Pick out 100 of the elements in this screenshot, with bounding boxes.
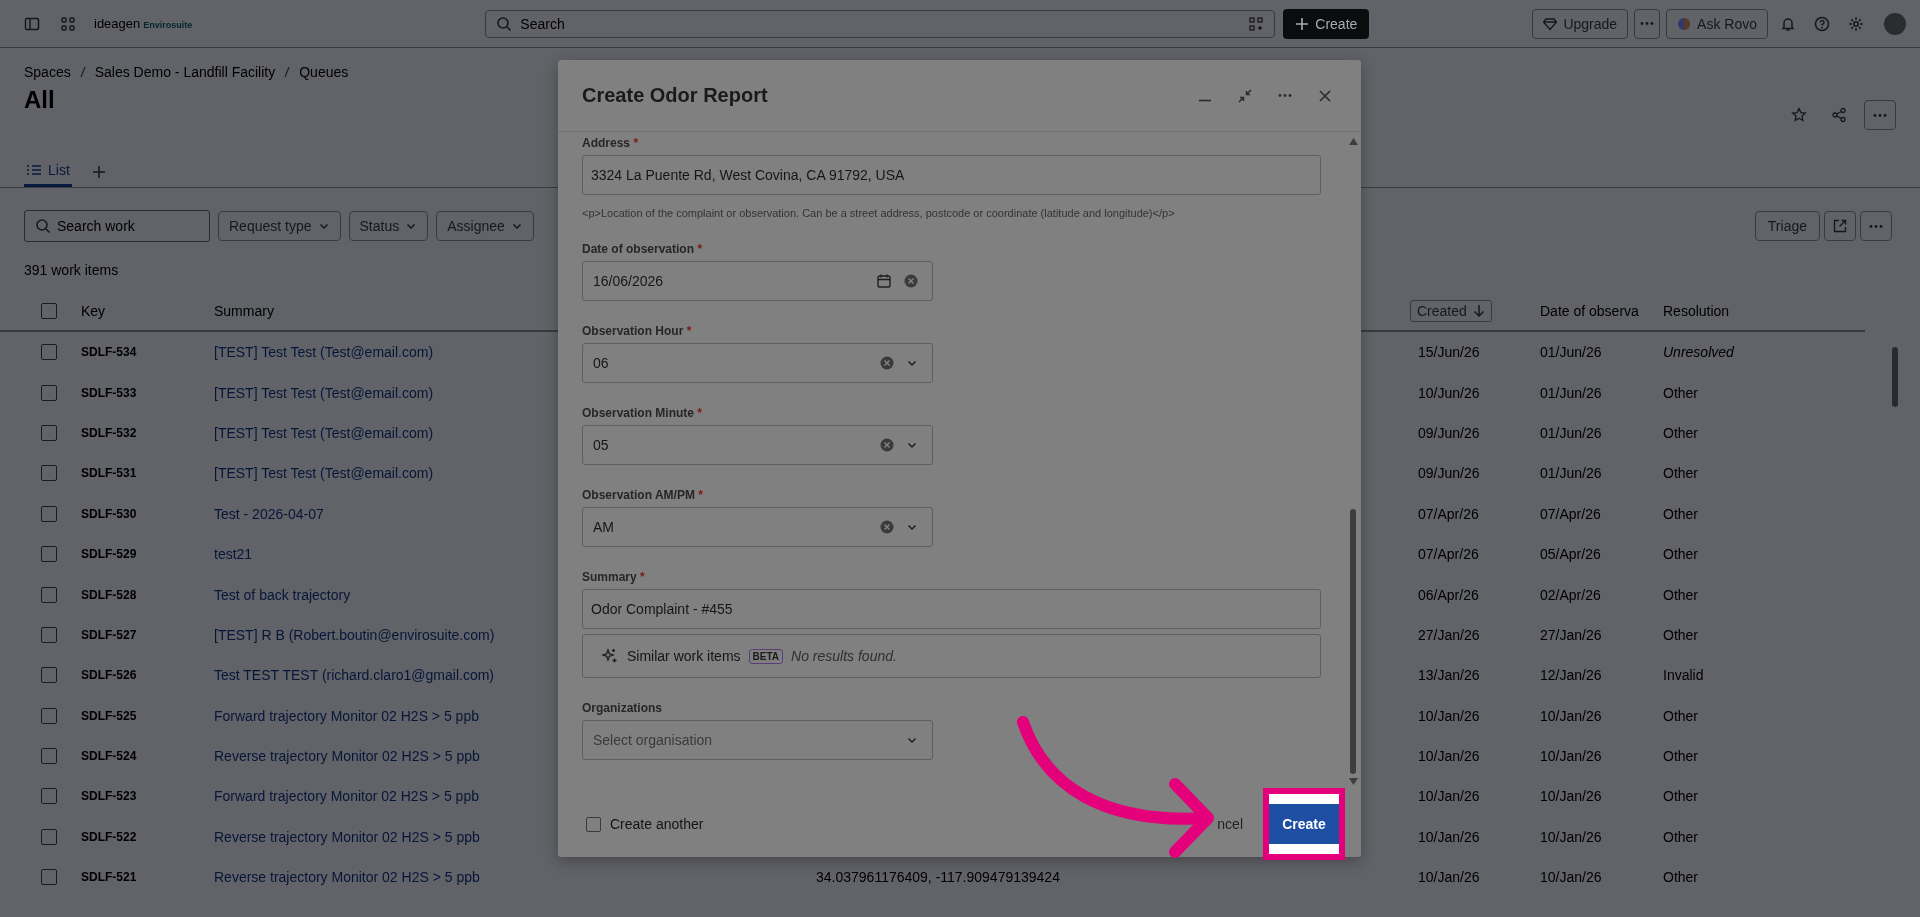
table-cell: Other bbox=[1663, 424, 1698, 441]
row-checkbox[interactable] bbox=[41, 505, 57, 522]
work-item-link[interactable]: Test - 2026-04-07 bbox=[214, 505, 324, 522]
checkbox-label[interactable]: Create another bbox=[610, 816, 704, 832]
scroll-down-icon[interactable] bbox=[1348, 778, 1358, 785]
logo-text[interactable]: ideagen bbox=[94, 16, 141, 31]
work-item-link[interactable]: Forward trajectory Monitor 02 H2S > 5 ppb bbox=[214, 707, 479, 724]
ask-rovo-button[interactable]: Ask Rovo bbox=[1666, 8, 1768, 39]
search-field[interactable]: Search bbox=[485, 9, 1276, 38]
select-all-checkbox[interactable] bbox=[41, 303, 57, 319]
work-item-link[interactable]: Reverse trajectory Monitor 02 H2S > 5 ppb bbox=[214, 748, 480, 765]
table-cell: Other bbox=[1663, 626, 1698, 643]
row-checkbox[interactable] bbox=[41, 546, 57, 563]
work-item-link[interactable]: [TEST] R B (Robert.boutin@envirosuite.com) bbox=[214, 626, 495, 643]
scan-icon[interactable] bbox=[1248, 15, 1265, 32]
table-cell: 07/Apr/26 bbox=[1418, 546, 1479, 563]
select-field[interactable]: Select organisation bbox=[582, 720, 933, 760]
filter-dropdown[interactable]: Request type bbox=[218, 211, 341, 241]
search-icon bbox=[496, 15, 513, 32]
summary-field[interactable]: Odor Complaint - #455 bbox=[582, 589, 1321, 629]
work-item-link[interactable]: [TEST] Test Test (Test@email.com) bbox=[214, 384, 434, 401]
scrollbar-thumb[interactable] bbox=[1350, 509, 1356, 774]
arrow-down-icon bbox=[1472, 304, 1485, 318]
scrollbar-thumb[interactable] bbox=[1892, 347, 1898, 407]
work-item-link[interactable]: Test TEST TEST (richard.claro1@gmail.com) bbox=[214, 667, 495, 684]
work-item-key[interactable]: SDLF-531 bbox=[81, 466, 137, 481]
search-field[interactable]: Search work bbox=[24, 210, 210, 242]
work-item-key[interactable]: SDLF-527 bbox=[81, 627, 137, 642]
row-checkbox[interactable] bbox=[41, 384, 57, 401]
select-field[interactable]: AM bbox=[582, 507, 933, 547]
table-cell: 10/Jan/26 bbox=[1418, 748, 1480, 765]
table-cell: 01/Jun/26 bbox=[1540, 344, 1602, 361]
rovo-logo-icon bbox=[1677, 16, 1692, 31]
row-checkbox[interactable] bbox=[41, 344, 57, 361]
more-button[interactable] bbox=[1860, 211, 1892, 241]
more-button[interactable] bbox=[1634, 8, 1661, 39]
clear-icon[interactable] bbox=[880, 520, 894, 534]
work-item-key[interactable]: SDLF-530 bbox=[81, 506, 137, 521]
work-item-link[interactable]: [TEST] Test Test (Test@email.com) bbox=[214, 465, 434, 482]
row-checkbox[interactable] bbox=[41, 828, 57, 845]
row-checkbox[interactable] bbox=[41, 424, 57, 441]
sort-column-header[interactable]: Created bbox=[1410, 300, 1492, 322]
filter-dropdown[interactable]: Status bbox=[348, 211, 429, 241]
work-item-key[interactable]: SDLF-521 bbox=[81, 870, 137, 885]
work-item-link[interactable]: [TEST] Test Test (Test@email.com) bbox=[214, 344, 434, 361]
row-checkbox[interactable] bbox=[41, 626, 57, 643]
work-item-link[interactable]: Reverse trajectory Monitor 02 H2S > 5 ppb bbox=[214, 828, 480, 845]
work-item-key[interactable]: SDLF-529 bbox=[81, 547, 137, 562]
clear-icon[interactable] bbox=[904, 274, 918, 288]
field-label: Observation Minute * bbox=[582, 406, 704, 420]
work-item-link[interactable]: Test of back trajectory bbox=[214, 586, 351, 603]
breadcrumb-link[interactable]: Spaces bbox=[24, 64, 71, 80]
triage-button[interactable]: Triage bbox=[1754, 211, 1820, 241]
select-field[interactable]: 06 bbox=[582, 343, 933, 383]
row-checkbox[interactable] bbox=[41, 586, 57, 603]
work-item-key[interactable]: SDLF-524 bbox=[81, 749, 137, 764]
table-cell: 10/Jan/26 bbox=[1540, 869, 1602, 886]
select-field[interactable]: 05 bbox=[582, 425, 933, 465]
work-item-key[interactable]: SDLF-534 bbox=[81, 345, 137, 360]
breadcrumb-link[interactable]: Queues bbox=[299, 64, 349, 80]
work-item-key[interactable]: SDLF-523 bbox=[81, 789, 137, 804]
table-cell: Other bbox=[1663, 546, 1698, 563]
row-checkbox[interactable] bbox=[41, 667, 57, 684]
work-item-link[interactable]: [TEST] Test Test (Test@email.com) bbox=[214, 424, 434, 441]
table-cell: Other bbox=[1663, 384, 1698, 401]
date-field[interactable]: 16/06/2026 bbox=[582, 261, 933, 301]
clear-icon[interactable] bbox=[880, 356, 894, 370]
checkbox[interactable] bbox=[586, 816, 601, 832]
table-cell: 01/Jun/26 bbox=[1540, 384, 1602, 401]
field-label: Summary * bbox=[582, 570, 646, 584]
work-item-key[interactable]: SDLF-528 bbox=[81, 587, 137, 602]
table-cell: 27/Jan/26 bbox=[1540, 626, 1602, 643]
create-button[interactable]: Create bbox=[1283, 8, 1370, 39]
view-tab[interactable]: List bbox=[24, 156, 72, 187]
address-field[interactable]: 3324 La Puente Rd, West Covina, CA 91792, USA bbox=[582, 155, 1321, 195]
row-checkbox[interactable] bbox=[41, 465, 57, 482]
table-cell: 10/Jun/26 bbox=[1418, 384, 1480, 401]
filter-dropdown[interactable]: Assignee bbox=[436, 211, 534, 241]
calendar-icon[interactable] bbox=[876, 273, 892, 289]
cancel-button[interactable]: ncel bbox=[1217, 816, 1243, 832]
create-button[interactable]: Create bbox=[1269, 804, 1339, 844]
row-checkbox[interactable] bbox=[41, 869, 57, 886]
upgrade-button[interactable]: Upgrade bbox=[1532, 8, 1629, 39]
scroll-up-icon[interactable] bbox=[1348, 138, 1358, 145]
external-link-icon[interactable] bbox=[1824, 211, 1856, 241]
work-item-key[interactable]: SDLF-526 bbox=[81, 668, 137, 683]
avatar-icon[interactable] bbox=[1884, 12, 1906, 35]
more-button[interactable] bbox=[1864, 100, 1896, 130]
work-item-key[interactable]: SDLF-522 bbox=[81, 829, 137, 844]
work-item-key[interactable]: SDLF-532 bbox=[81, 425, 137, 440]
row-checkbox[interactable] bbox=[41, 788, 57, 805]
row-checkbox[interactable] bbox=[41, 707, 57, 724]
row-checkbox[interactable] bbox=[41, 748, 57, 765]
work-item-key[interactable]: SDLF-525 bbox=[81, 708, 137, 723]
work-item-link[interactable]: test21 bbox=[214, 546, 253, 563]
breadcrumb-link[interactable]: Sales Demo - Landfill Facility bbox=[94, 64, 276, 80]
work-item-link[interactable]: Reverse trajectory Monitor 02 H2S > 5 ppb bbox=[214, 869, 480, 886]
work-item-link[interactable]: Forward trajectory Monitor 02 H2S > 5 ppb bbox=[214, 788, 479, 805]
clear-icon[interactable] bbox=[880, 438, 894, 452]
work-item-key[interactable]: SDLF-533 bbox=[81, 385, 137, 400]
